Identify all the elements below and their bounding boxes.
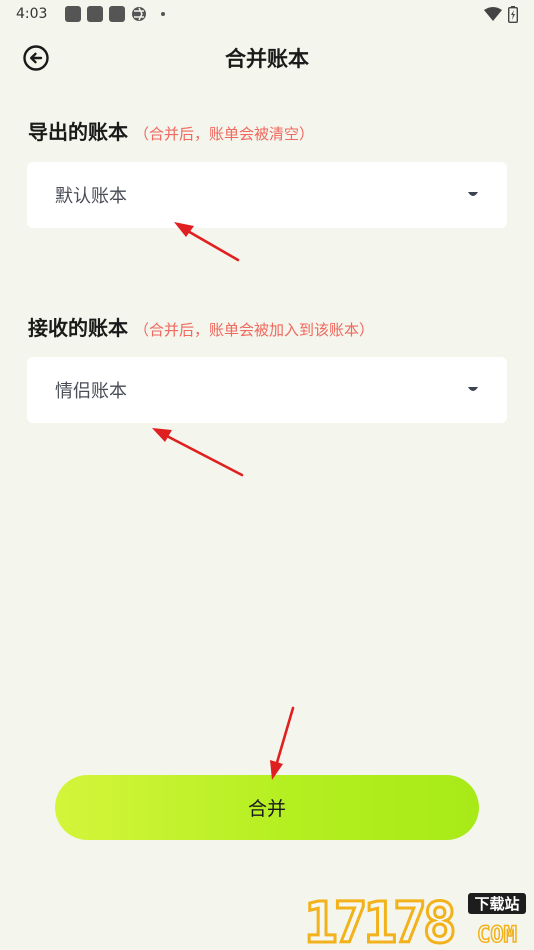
annotation-arrows bbox=[152, 222, 295, 780]
watermark-logo: 17178 下载站 COM bbox=[303, 890, 526, 948]
annotation-arrow bbox=[152, 428, 244, 477]
annotation-arrow bbox=[270, 706, 295, 780]
annotation-arrow bbox=[174, 222, 240, 262]
watermark-number: 17178 bbox=[304, 891, 454, 948]
watermark-tag: 下载站 bbox=[474, 895, 519, 913]
watermark-domain: COM bbox=[477, 923, 517, 948]
